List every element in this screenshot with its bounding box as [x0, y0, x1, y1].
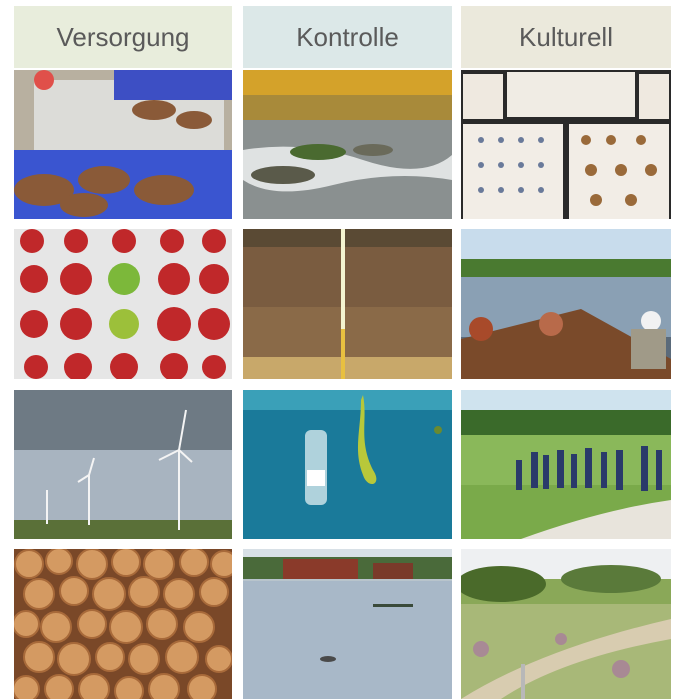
- header-kulturell: Kulturell: [461, 6, 671, 68]
- header-kontrolle: Kontrolle: [243, 6, 452, 68]
- image-butterfly-collection: [461, 70, 671, 219]
- image-hiking-group-dunes: [461, 390, 671, 539]
- header-versorgung: Versorgung: [14, 6, 232, 68]
- image-forest-stream: [243, 70, 452, 219]
- image-soil-profile: [243, 229, 452, 379]
- image-crabs-crates: [14, 70, 232, 219]
- image-apple-varieties: [14, 229, 232, 379]
- image-log-pile: [14, 549, 232, 699]
- image-underwater-plastic-bottle: [243, 390, 452, 539]
- image-heathland-landscape: [461, 549, 671, 699]
- image-flooded-meadow: [243, 549, 452, 699]
- image-boat-tour: [461, 229, 671, 379]
- ecosystem-services-grid: Versorgung Kontrolle Kulturell: [0, 0, 678, 699]
- image-wind-turbines: [14, 390, 232, 539]
